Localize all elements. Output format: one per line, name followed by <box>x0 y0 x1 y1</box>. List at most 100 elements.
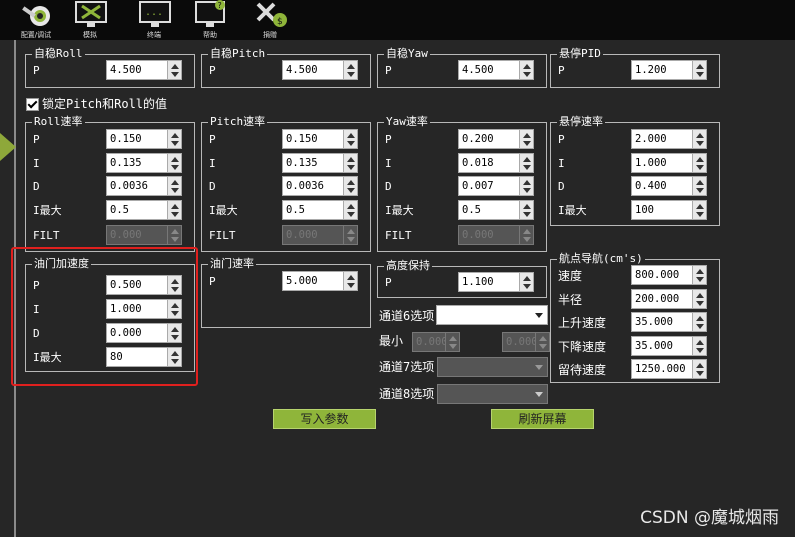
i-label: I <box>385 157 392 170</box>
channel6-max-spinbox: 0.000 <box>502 332 550 352</box>
waypoint-radius-spinbox[interactable]: 200.000 <box>631 289 707 309</box>
rate-roll-i-spinbox[interactable]: 0.135 <box>106 153 182 173</box>
spinbox-arrows[interactable] <box>519 129 534 149</box>
spinbox-arrows[interactable] <box>692 336 707 356</box>
lock-pitch-roll-label[interactable]: 锁定Pitch和Roll的值 <box>42 97 167 111</box>
spinbox-value[interactable]: 100 <box>631 200 693 220</box>
filt-label: FILT <box>209 229 236 242</box>
donate-button[interactable]: $ 捐赠 <box>246 0 294 40</box>
refresh-screen-button[interactable]: 刷新屏幕 <box>491 409 594 429</box>
spinbox-arrows[interactable] <box>692 153 707 173</box>
spinbox-arrows[interactable] <box>519 60 534 80</box>
spinbox-value[interactable]: 0.150 <box>282 129 344 149</box>
rate-yaw-i-spinbox[interactable]: 0.018 <box>458 153 534 173</box>
spinbox-arrows[interactable] <box>692 176 707 196</box>
spinbox-arrows[interactable] <box>692 60 707 80</box>
spinbox-arrows[interactable] <box>692 200 707 220</box>
hover-rate-i-spinbox[interactable]: 1.000 <box>631 153 707 173</box>
svg-text:...: ... <box>145 7 163 18</box>
spinbox-value[interactable]: 1250.000 <box>631 359 693 379</box>
spinbox-arrows[interactable] <box>519 200 534 220</box>
rate-pitch-imax-spinbox[interactable]: 0.5 <box>282 200 358 220</box>
spinbox-arrows[interactable] <box>343 153 358 173</box>
waypoint-descent-spinbox[interactable]: 35.000 <box>631 336 707 356</box>
spinbox-value[interactable]: 0.007 <box>458 176 520 196</box>
spinbox-value[interactable]: 800.000 <box>631 265 693 285</box>
spinbox-value[interactable]: 4.500 <box>106 60 168 80</box>
spinbox-value[interactable]: 0.0036 <box>106 176 168 196</box>
spinbox-value[interactable]: 4.500 <box>282 60 344 80</box>
hover-rate-imax-spinbox[interactable]: 100 <box>631 200 707 220</box>
spinbox-arrows[interactable] <box>692 265 707 285</box>
simulation-button[interactable]: 模拟 <box>66 0 114 40</box>
write-params-button[interactable]: 写入参数 <box>273 409 376 429</box>
stabilize-pitch-p-spinbox[interactable]: 4.500 <box>282 60 358 80</box>
rate-roll-d-spinbox[interactable]: 0.0036 <box>106 176 182 196</box>
spinbox-arrows[interactable] <box>167 176 182 196</box>
hover-rate-d-spinbox[interactable]: 0.400 <box>631 176 707 196</box>
spinbox-arrows[interactable] <box>692 289 707 309</box>
spinbox-value[interactable]: 1.000 <box>631 153 693 173</box>
spinbox-arrows[interactable] <box>167 153 182 173</box>
spinbox-value[interactable]: 35.000 <box>631 312 693 332</box>
group-rate-yaw: Yaw速率 P 0.200 I 0.018 D 0.007 I最大 0.5 FI… <box>377 115 547 252</box>
spinbox-value[interactable]: 200.000 <box>631 289 693 309</box>
throttle-rate-p-spinbox[interactable]: 5.000 <box>282 271 358 291</box>
spinbox-arrows[interactable] <box>519 176 534 196</box>
lock-pitch-roll-checkbox[interactable] <box>26 98 39 111</box>
stabilize-roll-p-spinbox[interactable]: 4.500 <box>106 60 182 80</box>
rate-roll-p-spinbox[interactable]: 0.150 <box>106 129 182 149</box>
rate-pitch-i-spinbox[interactable]: 0.135 <box>282 153 358 173</box>
config-tune-button[interactable]: 配置/调试 <box>12 0 60 40</box>
rate-yaw-p-spinbox[interactable]: 0.200 <box>458 129 534 149</box>
spinbox-value[interactable]: 35.000 <box>631 336 693 356</box>
spinbox-arrows[interactable] <box>167 129 182 149</box>
hover-pid-p-spinbox[interactable]: 1.200 <box>631 60 707 80</box>
help-button[interactable]: ? 帮助 <box>186 0 234 40</box>
spinbox-value[interactable]: 0.5 <box>282 200 344 220</box>
spinbox-value[interactable]: 0.135 <box>282 153 344 173</box>
spinbox-arrows[interactable] <box>343 271 358 291</box>
spinbox-arrows[interactable] <box>343 200 358 220</box>
spinbox-value[interactable]: 0.200 <box>458 129 520 149</box>
spinbox-value[interactable]: 0.150 <box>106 129 168 149</box>
spinbox-value[interactable]: 5.000 <box>282 271 344 291</box>
spinbox-arrows[interactable] <box>692 312 707 332</box>
stabilize-yaw-p-spinbox[interactable]: 4.500 <box>458 60 534 80</box>
rate-pitch-p-spinbox[interactable]: 0.150 <box>282 129 358 149</box>
spinbox-arrows[interactable] <box>343 129 358 149</box>
spinbox-value[interactable]: 0.5 <box>106 200 168 220</box>
spinbox-arrows[interactable] <box>167 200 182 220</box>
spinbox-value[interactable]: 0.135 <box>106 153 168 173</box>
rate-yaw-imax-spinbox[interactable]: 0.5 <box>458 200 534 220</box>
spinbox-arrows[interactable] <box>519 272 534 292</box>
spinbox-arrows[interactable] <box>692 359 707 379</box>
spinbox-value[interactable]: 0.018 <box>458 153 520 173</box>
spinbox-value[interactable]: 0.5 <box>458 200 520 220</box>
rate-roll-filt-spinbox: 0.000 <box>106 225 182 245</box>
spinbox-arrows[interactable] <box>343 176 358 196</box>
waypoint-loiter-spinbox[interactable]: 1250.000 <box>631 359 707 379</box>
channel6-select[interactable] <box>436 305 548 325</box>
channel8-select[interactable] <box>437 384 548 404</box>
spinbox-arrows[interactable] <box>167 60 182 80</box>
group-title: 航点导航(cm's) <box>557 252 645 266</box>
terminal-button[interactable]: ... 终端 <box>130 0 178 40</box>
rate-pitch-d-spinbox[interactable]: 0.0036 <box>282 176 358 196</box>
waypoint-climb-spinbox[interactable]: 35.000 <box>631 312 707 332</box>
spinbox-value[interactable]: 1.200 <box>631 60 693 80</box>
spinbox-value[interactable]: 0.400 <box>631 176 693 196</box>
altitude-hold-p-spinbox[interactable]: 1.100 <box>458 272 534 292</box>
rate-roll-imax-spinbox[interactable]: 0.5 <box>106 200 182 220</box>
spinbox-value[interactable]: 0.0036 <box>282 176 344 196</box>
spinbox-arrows[interactable] <box>519 153 534 173</box>
spinbox-value[interactable]: 2.000 <box>631 129 693 149</box>
hover-rate-p-spinbox[interactable]: 2.000 <box>631 129 707 149</box>
waypoint-speed-spinbox[interactable]: 800.000 <box>631 265 707 285</box>
spinbox-value[interactable]: 1.100 <box>458 272 520 292</box>
spinbox-value[interactable]: 4.500 <box>458 60 520 80</box>
rate-yaw-d-spinbox[interactable]: 0.007 <box>458 176 534 196</box>
spinbox-arrows[interactable] <box>343 60 358 80</box>
spinbox-arrows[interactable] <box>692 129 707 149</box>
side-tab-marker[interactable] <box>0 133 16 161</box>
